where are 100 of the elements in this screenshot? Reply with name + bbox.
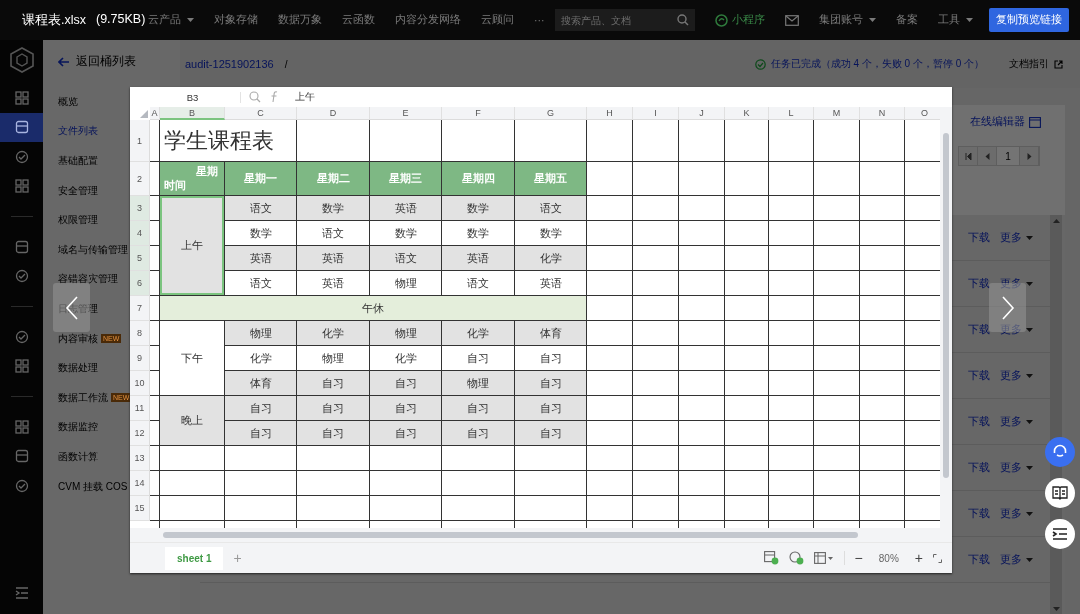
column-header[interactable]: M: [814, 107, 860, 120]
column-header[interactable]: F: [442, 107, 515, 120]
more-menu[interactable]: 更多: [1000, 230, 1022, 245]
name-box[interactable]: B3: [145, 91, 241, 103]
zoom-icon[interactable]: [249, 91, 261, 103]
sidebar-item[interactable]: 内容审核: [58, 331, 98, 346]
mail-icon[interactable]: [784, 14, 799, 26]
nav-link[interactable]: 集团账号: [818, 13, 876, 27]
more-menu[interactable]: 更多: [1000, 460, 1022, 475]
table-check-icon[interactable]: [763, 551, 779, 565]
download-link[interactable]: 下载: [968, 368, 990, 383]
caret-icon[interactable]: [1026, 419, 1033, 424]
logo-icon[interactable]: [9, 47, 34, 73]
freeze-grid-icon[interactable]: [813, 552, 834, 564]
nav-icon-button[interactable]: [0, 112, 43, 142]
row-header[interactable]: 4: [130, 221, 150, 246]
row-header[interactable]: 7: [130, 296, 150, 321]
more-menu[interactable]: ···: [534, 14, 545, 26]
editor-link[interactable]: 在线编辑器: [970, 115, 1025, 129]
row-header[interactable]: 11: [130, 396, 150, 421]
sidebar-item[interactable]: 概览: [58, 94, 78, 109]
column-header[interactable]: K: [725, 107, 769, 120]
row-header[interactable]: 13: [130, 446, 150, 471]
row-header[interactable]: 5: [130, 246, 150, 271]
back-arrow-icon[interactable]: [58, 56, 70, 67]
next-page-button[interactable]: [1020, 147, 1039, 165]
caret-icon[interactable]: [1026, 373, 1033, 378]
external-link-icon[interactable]: [1054, 59, 1063, 69]
row-header[interactable]: 1: [130, 120, 150, 162]
more-menu[interactable]: 更多: [1000, 552, 1022, 567]
zoom-in-button[interactable]: +: [914, 550, 923, 566]
nav-link[interactable]: 云函数: [342, 13, 375, 27]
column-header[interactable]: O: [905, 107, 940, 120]
sidebar-item[interactable]: 基础配置: [58, 154, 98, 168]
column-header[interactable]: H: [587, 107, 633, 120]
column-header[interactable]: N: [860, 107, 905, 120]
column-header[interactable]: D: [297, 107, 370, 120]
column-header[interactable]: J: [679, 107, 725, 120]
zoom-out-button[interactable]: −: [854, 550, 863, 566]
row-header[interactable]: 8: [130, 321, 150, 346]
row-header[interactable]: 9: [130, 346, 150, 371]
nav-link[interactable]: 对象存储: [214, 13, 258, 27]
download-link[interactable]: 下载: [968, 230, 990, 245]
column-header[interactable]: L: [769, 107, 814, 120]
nav-link[interactable]: 工具: [937, 13, 973, 27]
collapse-icon[interactable]: [14, 587, 29, 599]
sidebar-item[interactable]: CVM 挂载 COS: [58, 479, 128, 494]
sidebar-item[interactable]: 安全管理: [58, 183, 98, 198]
prev-page-button[interactable]: [978, 147, 997, 165]
docs-button[interactable]: [1045, 478, 1075, 508]
column-header[interactable]: B: [160, 107, 225, 120]
download-link[interactable]: 下载: [968, 460, 990, 475]
nav-link[interactable]: 数据万象: [278, 13, 322, 27]
row-header[interactable]: 15: [130, 496, 150, 521]
row-header[interactable]: 6: [130, 271, 150, 296]
nav-link[interactable]: 小程序: [714, 13, 765, 27]
bucket-link[interactable]: audit-1251902136: [185, 58, 274, 70]
sheet-tab[interactable]: sheet 1: [165, 546, 224, 570]
caret-icon[interactable]: [1026, 327, 1033, 332]
more-menu[interactable]: 更多: [1000, 368, 1022, 383]
download-link[interactable]: 下载: [968, 276, 990, 291]
row-header[interactable]: 10: [130, 371, 150, 396]
copy-link-button[interactable]: 复制预览链接: [988, 8, 1069, 32]
nav-link[interactable]: 内容分发网络: [395, 13, 461, 27]
page-number[interactable]: 1: [997, 147, 1020, 165]
code-icon[interactable]: [1029, 116, 1041, 128]
horizontal-scrollbar[interactable]: [163, 532, 858, 538]
caret-icon[interactable]: [1026, 511, 1033, 516]
row-header[interactable]: 3: [130, 196, 150, 221]
row-header[interactable]: 2: [130, 162, 150, 196]
download-link[interactable]: 下载: [968, 322, 990, 337]
docs-link[interactable]: 文档指引: [1009, 57, 1049, 71]
column-header[interactable]: G: [515, 107, 587, 120]
outline-button[interactable]: [1045, 519, 1075, 549]
formula-field[interactable]: 上午: [295, 90, 315, 104]
nav-link[interactable]: 备案: [895, 13, 918, 27]
row-header[interactable]: 12: [130, 421, 150, 446]
vertical-scrollbar[interactable]: [943, 133, 949, 478]
nav-link[interactable]: 云顾问: [481, 13, 514, 27]
select-all-icon[interactable]: [140, 110, 148, 118]
sidebar-item[interactable]: 数据处理: [58, 361, 98, 376]
fullscreen-icon[interactable]: [933, 553, 942, 563]
sidebar-item[interactable]: 函数计算: [58, 449, 98, 464]
sidebar-item[interactable]: 容错容灾管理: [58, 272, 118, 287]
scroll-down-icon[interactable]: [1052, 607, 1060, 611]
download-link[interactable]: 下载: [968, 552, 990, 567]
sidebar-item[interactable]: 数据工作流: [58, 390, 108, 405]
caret-icon[interactable]: [1026, 235, 1033, 240]
first-page-button[interactable]: [959, 147, 978, 165]
download-link[interactable]: 下载: [968, 506, 990, 521]
back-link[interactable]: 返回桶列表: [76, 53, 136, 70]
caret-icon[interactable]: [1026, 465, 1033, 470]
task-status[interactable]: 任务已完成（成功 4 个，失败 0 个，暂停 0 个）: [770, 57, 984, 71]
sidebar-item[interactable]: 数据监控: [58, 420, 98, 435]
sidebar-item[interactable]: 文件列表: [58, 124, 98, 139]
caret-icon[interactable]: [1026, 281, 1033, 286]
caret-icon[interactable]: [1026, 557, 1033, 562]
more-menu[interactable]: 更多: [1000, 414, 1022, 429]
scroll-up-icon[interactable]: [1052, 219, 1060, 223]
add-sheet-button[interactable]: +: [233, 550, 242, 566]
